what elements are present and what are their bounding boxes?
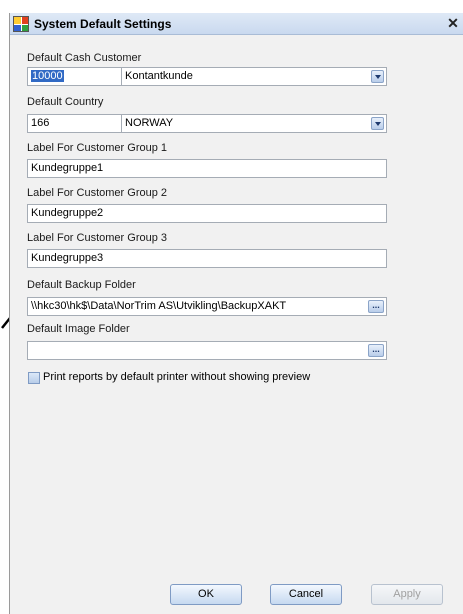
window-title: System Default Settings xyxy=(34,17,172,31)
customer-group-1-value: Kundegruppe1 xyxy=(31,162,104,174)
cash-customer-dropdown[interactable]: Kontantkunde xyxy=(121,67,387,86)
country-label: Default Country xyxy=(27,96,104,108)
apply-button-label: Apply xyxy=(393,588,421,600)
cancel-button-label: Cancel xyxy=(288,588,324,600)
customer-group-2-label: Label For Customer Group 2 xyxy=(27,187,168,199)
country-name: NORWAY xyxy=(125,117,174,129)
country-code-field[interactable]: 166 xyxy=(27,114,122,133)
country-dropdown[interactable]: NORWAY xyxy=(121,114,387,133)
customer-group-2-field[interactable]: Kundegruppe2 xyxy=(27,204,387,223)
title-bar: System Default Settings ✕ xyxy=(10,13,463,35)
apply-button: Apply xyxy=(371,584,443,605)
customer-group-3-value: Kundegruppe3 xyxy=(31,252,104,264)
country-code-value: 166 xyxy=(31,117,50,129)
customer-group-1-field[interactable]: Kundegruppe1 xyxy=(27,159,387,178)
backup-folder-field[interactable]: \\hkc30\hk$\Data\NorTrim AS\Utvikling\Ba… xyxy=(27,297,387,316)
print-option-label: Print reports by default printer without… xyxy=(43,371,311,383)
browse-icon[interactable]: ... xyxy=(368,300,384,313)
app-icon xyxy=(13,16,29,32)
ok-button-label: OK xyxy=(198,588,214,600)
settings-dialog: System Default Settings ✕ Default Cash C… xyxy=(9,13,463,614)
image-folder-label: Default Image Folder xyxy=(27,323,130,335)
image-folder-field[interactable]: ... xyxy=(27,341,387,360)
cancel-button[interactable]: Cancel xyxy=(270,584,342,605)
ok-button[interactable]: OK xyxy=(170,584,242,605)
print-option-checkbox[interactable] xyxy=(28,372,40,384)
cash-customer-code-field[interactable]: 10000 xyxy=(27,67,122,86)
browse-icon[interactable]: ... xyxy=(368,344,384,357)
customer-group-1-label: Label For Customer Group 1 xyxy=(27,142,168,154)
backup-folder-value: \\hkc30\hk$\Data\NorTrim AS\Utvikling\Ba… xyxy=(31,300,287,312)
customer-group-2-value: Kundegruppe2 xyxy=(31,207,104,219)
customer-group-3-label: Label For Customer Group 3 xyxy=(27,232,168,244)
dropdown-icon[interactable] xyxy=(371,70,384,83)
dropdown-icon[interactable] xyxy=(371,117,384,130)
close-icon[interactable]: ✕ xyxy=(445,15,461,31)
cash-customer-code-value: 10000 xyxy=(31,70,64,82)
cash-customer-label: Default Cash Customer xyxy=(27,52,142,64)
cash-customer-name: Kontantkunde xyxy=(125,70,193,82)
backup-folder-label: Default Backup Folder xyxy=(27,279,136,291)
customer-group-3-field[interactable]: Kundegruppe3 xyxy=(27,249,387,268)
